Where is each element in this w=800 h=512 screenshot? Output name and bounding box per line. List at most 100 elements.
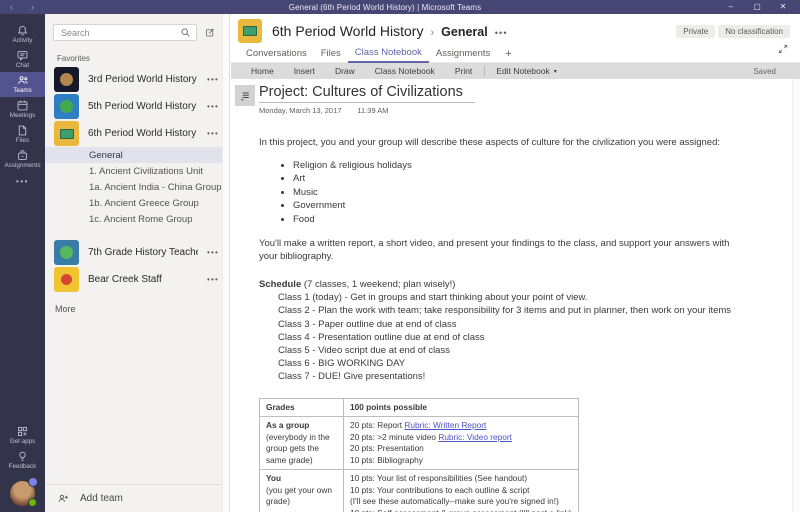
page-timestamp: Monday, March 13, 2017 11:39 AM	[259, 106, 778, 115]
team-options-icon[interactable]: •••	[207, 248, 219, 257]
rail-label: Teams	[13, 87, 32, 95]
sidebar-scrollbar[interactable]	[222, 14, 229, 512]
rail-item-meetings[interactable]: Meetings	[0, 97, 45, 122]
team-avatar	[54, 240, 79, 265]
team-avatar-glyph	[60, 100, 73, 113]
teams-icon	[18, 76, 28, 85]
content-scrollbar[interactable]	[792, 79, 800, 512]
onenote-draw-button[interactable]: Draw	[325, 66, 365, 76]
list-item[interactable]: Religion & religious holidays	[293, 159, 778, 173]
rail-item-get-apps[interactable]: Get apps	[10, 423, 35, 448]
rail-label: Meetings	[9, 112, 36, 120]
cell-title: As a group	[266, 420, 310, 431]
document-icon	[18, 125, 27, 136]
page-date: Monday, March 13, 2017	[259, 106, 342, 115]
rail-item-assignments[interactable]: Assignments	[0, 147, 45, 172]
rubric-video-report-link[interactable]: Rubric: Video report	[438, 432, 512, 442]
edit-notebook-dropdown[interactable]: Edit Notebook ▾	[487, 66, 565, 76]
channel-options-icon[interactable]: •••	[495, 28, 508, 38]
more-apps-icon[interactable]: •••	[0, 172, 45, 190]
compose-icon[interactable]	[205, 26, 215, 39]
schedule-item[interactable]: Class 4 - Presentation outline due at en…	[278, 331, 778, 344]
schedule-item[interactable]: Class 2 - Plan the work with team; take …	[278, 304, 778, 317]
team-name: 7th Grade History Teachers	[88, 247, 198, 258]
maximize-icon[interactable]: ▢	[744, 0, 770, 14]
channel-item-ancient-india-china[interactable]: 1a. Ancient India - China Group	[45, 179, 229, 195]
team-row-7th-grade-teachers[interactable]: 7th Grade History Teachers •••	[45, 239, 229, 266]
channel-item-ancient-rome[interactable]: 1c. Ancient Rome Group	[45, 211, 229, 227]
window-titlebar: ‹ › General (6th Period World History) |…	[0, 0, 800, 14]
add-team-icon	[58, 494, 68, 502]
channel-tabs: Conversations Files Class Notebook Assig…	[231, 44, 800, 63]
rail-item-teams[interactable]: Teams	[0, 72, 45, 97]
search-input[interactable]	[59, 26, 180, 39]
list-item[interactable]: Art	[293, 172, 778, 186]
onenote-insert-button[interactable]: Insert	[284, 66, 325, 76]
team-options-icon[interactable]: •••	[207, 129, 219, 138]
rail-item-activity[interactable]: Activity	[0, 22, 45, 47]
team-options-icon[interactable]: •••	[207, 75, 219, 84]
rail-label: Feedback	[8, 463, 37, 471]
cell-text: 10 pts: Your list of responsibilities (S…	[350, 473, 528, 484]
list-item[interactable]: Food	[293, 213, 778, 227]
channel-item-ancient-civilizations-unit[interactable]: 1. Ancient Civilizations Unit	[45, 163, 229, 179]
page-title[interactable]: Project: Cultures of Civilizations	[259, 84, 475, 103]
list-item[interactable]: Government	[293, 199, 778, 213]
chat-icon	[17, 51, 28, 62]
schedule-item[interactable]: Class 6 - BIG WORKING DAY	[278, 357, 778, 370]
intro-paragraph[interactable]: In this project, you and your group will…	[259, 136, 778, 149]
rail-item-feedback[interactable]: Feedback	[8, 448, 37, 473]
search-box[interactable]	[53, 24, 197, 41]
add-tab-button[interactable]: +	[497, 49, 519, 62]
tab-conversations[interactable]: Conversations	[239, 48, 314, 62]
channel-item-ancient-greece[interactable]: 1b. Ancient Greece Group	[45, 195, 229, 211]
cell-text: 20 pts: >2 minute video	[350, 431, 439, 442]
onenote-print-button[interactable]: Print	[445, 66, 482, 76]
team-row-5th-period[interactable]: 5th Period World History •••	[45, 93, 229, 120]
more-teams-link[interactable]: More	[55, 304, 229, 314]
satchel-icon	[18, 150, 27, 161]
onenote-home-button[interactable]: Home	[241, 66, 284, 76]
back-icon[interactable]: ‹	[10, 2, 13, 12]
cell-text: 10 pts: Your contributions to each outli…	[350, 484, 530, 495]
grades-table: Grades 100 points possible As a group (e…	[259, 397, 579, 512]
close-icon[interactable]: ✕	[770, 0, 796, 14]
team-row-3rd-period[interactable]: 3rd Period World History •••	[45, 66, 229, 93]
onenote-class-notebook-button[interactable]: Class Notebook	[365, 66, 445, 76]
team-avatar-glyph	[60, 246, 73, 259]
rail-item-files[interactable]: Files	[0, 122, 45, 147]
search-icon[interactable]	[180, 27, 191, 38]
add-team-label: Add team	[80, 493, 123, 504]
rubric-written-report-link[interactable]: Rubric: Written Report	[404, 420, 486, 430]
minimize-icon[interactable]: –	[718, 0, 744, 14]
schedule-item[interactable]: Class 3 - Paper outline due at end of cl…	[278, 318, 778, 331]
window-title: General (6th Period World History) | Mic…	[288, 2, 482, 12]
group-label-cell: As a group (everybody in the group gets …	[259, 416, 344, 471]
expand-tab-button[interactable]	[778, 41, 790, 62]
schedule-item[interactable]: Class 5 - Video script due at end of cla…	[278, 344, 778, 357]
user-avatar[interactable]	[10, 477, 38, 507]
grades-header-cell: Grades	[259, 397, 344, 418]
team-name: 6th Period World History	[88, 128, 197, 139]
schedule-item[interactable]: Class 1 (today) - Get in groups and star…	[278, 291, 778, 304]
page-list-toggle-button[interactable]	[235, 85, 255, 106]
list-item[interactable]: Music	[293, 186, 778, 200]
team-options-icon[interactable]: •••	[207, 275, 219, 284]
team-row-bear-creek-staff[interactable]: Bear Creek Staff •••	[45, 266, 229, 293]
schedule-item[interactable]: Class 7 - DUE! Give presentations!	[278, 370, 778, 383]
tab-assignments[interactable]: Assignments	[429, 48, 497, 62]
tab-files[interactable]: Files	[314, 48, 348, 62]
team-options-icon[interactable]: •••	[207, 102, 219, 111]
teams-sidebar: Favorites 3rd Period World History ••• 5…	[45, 14, 230, 512]
team-row-6th-period[interactable]: 6th Period World History •••	[45, 120, 229, 147]
schedule-heading[interactable]: Schedule (7 classes, 1 weekend; plan wis…	[259, 278, 778, 291]
tab-class-notebook[interactable]: Class Notebook	[347, 47, 429, 63]
forward-icon[interactable]: ›	[31, 2, 34, 12]
cell-subtitle: (everybody in the group gets the same gr…	[266, 431, 330, 465]
rail-item-chat[interactable]: Chat	[0, 47, 45, 72]
rail-label: Assignments	[4, 162, 41, 170]
add-team-button[interactable]: Add team	[45, 484, 222, 512]
deliverables-paragraph[interactable]: You'll make a written report, a short vi…	[259, 237, 734, 263]
channel-item-general[interactable]: General	[45, 147, 229, 163]
app-rail: Activity Chat Teams Meetings Files Assig…	[0, 14, 45, 512]
